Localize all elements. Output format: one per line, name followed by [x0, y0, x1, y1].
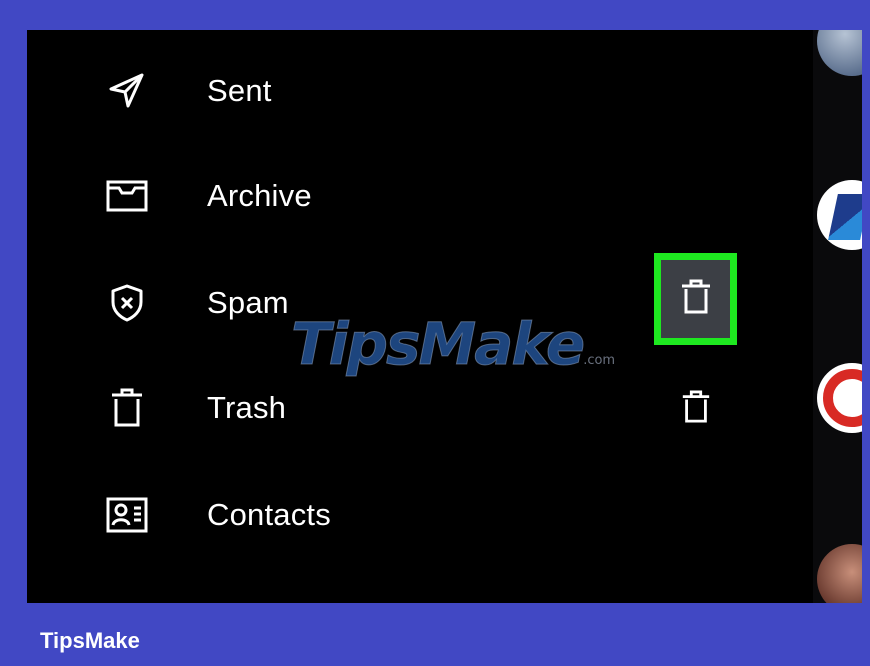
- spam-shield-icon: [99, 275, 155, 331]
- contacts-card-icon: [99, 487, 155, 543]
- menu-item-label: Sent: [207, 73, 272, 108]
- app-drawer-strip: [813, 30, 862, 603]
- app-screen: Sent Archive Spam Trash Contacts TipsMak…: [27, 30, 862, 603]
- delete-button-highlighted[interactable]: [654, 253, 737, 345]
- menu-item-archive[interactable]: Archive: [27, 151, 747, 241]
- trash-icon: [99, 380, 155, 436]
- menu-item-label: Spam: [207, 285, 289, 320]
- archive-icon: [99, 168, 155, 224]
- footer-brand: TipsMake: [40, 628, 140, 653]
- trash-icon: [679, 278, 713, 321]
- menu-item-label: Archive: [207, 178, 312, 213]
- menu-item-sent[interactable]: Sent: [27, 46, 747, 136]
- menu-item-label: Trash: [207, 390, 287, 425]
- delete-button[interactable]: [673, 386, 719, 432]
- menu-item-contacts[interactable]: Contacts: [27, 470, 747, 560]
- trash-icon: [680, 389, 712, 430]
- menu-item-label: Contacts: [207, 497, 331, 532]
- watermark: TipsMake.com: [290, 310, 616, 379]
- send-icon: [99, 63, 155, 119]
